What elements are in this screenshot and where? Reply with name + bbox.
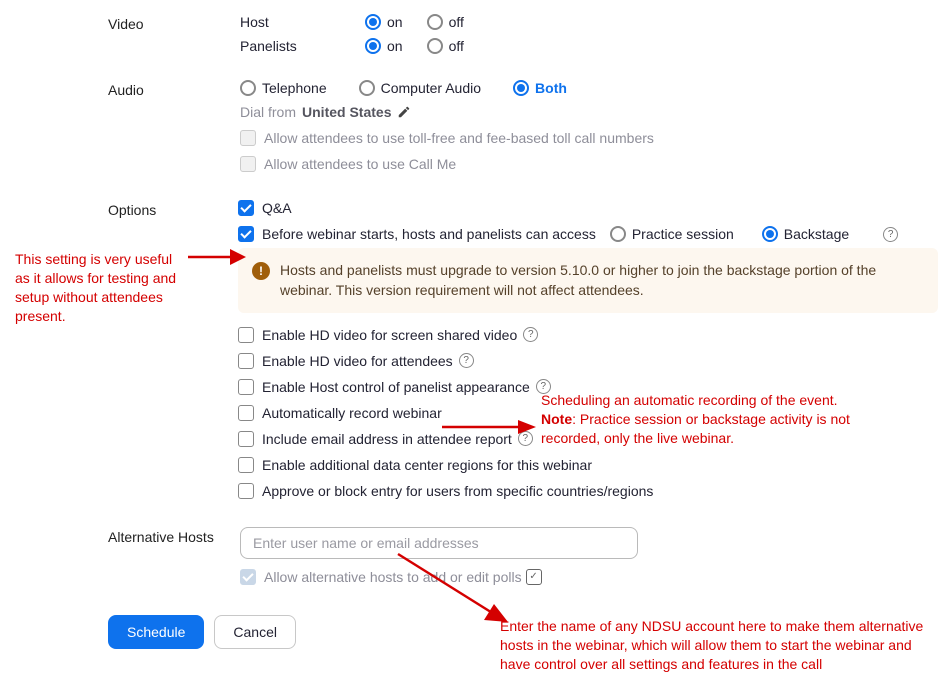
hd-attendees-checkbox[interactable]: Enable HD video for attendees xyxy=(238,353,453,369)
video-host-off-radio[interactable]: off xyxy=(427,14,464,30)
version-warning-box: ! Hosts and panelists must upgrade to ve… xyxy=(238,248,938,313)
backstage-radio[interactable]: Backstage xyxy=(762,226,849,242)
radio-icon xyxy=(427,38,443,54)
warning-icon: ! xyxy=(252,262,270,280)
audio-telephone-radio[interactable]: Telephone xyxy=(240,80,327,96)
alt-hosts-input[interactable] xyxy=(240,527,638,559)
checkbox-icon xyxy=(238,200,254,216)
section-label-video: Video xyxy=(108,14,240,32)
pre-access-checkbox[interactable]: Before webinar starts, hosts and panelis… xyxy=(238,226,596,242)
section-label-options: Options xyxy=(108,200,238,218)
radio-icon xyxy=(365,14,381,30)
help-icon[interactable]: ? xyxy=(523,327,538,342)
dial-from-line[interactable]: Dial from United States xyxy=(240,104,938,120)
auto-record-checkbox[interactable]: Automatically record webinar xyxy=(238,405,442,421)
section-label-alt-hosts: Alternative Hosts xyxy=(108,527,240,545)
checkbox-icon xyxy=(238,457,254,473)
qa-checkbox[interactable]: Q&A xyxy=(238,200,292,216)
host-control-checkbox[interactable]: Enable Host control of panelist appearan… xyxy=(238,379,530,395)
checkbox-icon xyxy=(240,156,256,172)
checkbox-icon xyxy=(238,405,254,421)
help-icon[interactable]: ? xyxy=(459,353,474,368)
checkbox-icon xyxy=(238,353,254,369)
email-report-checkbox[interactable]: Include email address in attendee report xyxy=(238,431,512,447)
allow-polls-checkbox[interactable]: Allow alternative hosts to add or edit p… xyxy=(240,569,522,585)
help-icon[interactable]: ? xyxy=(883,227,898,242)
checkbox-icon xyxy=(238,327,254,343)
checkbox-icon xyxy=(240,569,256,585)
radio-icon xyxy=(427,14,443,30)
checkbox-icon xyxy=(240,130,256,146)
allow-tollfree-checkbox[interactable]: Allow attendees to use toll-free and fee… xyxy=(240,130,654,146)
help-icon[interactable]: ? xyxy=(518,431,533,446)
radio-icon xyxy=(359,80,375,96)
checkbox-icon xyxy=(238,226,254,242)
video-host-label: Host xyxy=(240,14,355,30)
help-icon[interactable]: ? xyxy=(536,379,551,394)
video-panelists-on-radio[interactable]: on xyxy=(365,38,403,54)
radio-icon xyxy=(513,80,529,96)
radio-icon xyxy=(610,226,626,242)
checkbox-icon xyxy=(238,483,254,499)
video-panelists-off-radio[interactable]: off xyxy=(427,38,464,54)
audio-both-radio[interactable]: Both xyxy=(513,80,567,96)
schedule-button[interactable]: Schedule xyxy=(108,615,204,649)
hd-screen-checkbox[interactable]: Enable HD video for screen shared video xyxy=(238,327,517,343)
cancel-button[interactable]: Cancel xyxy=(214,615,296,649)
dc-regions-checkbox[interactable]: Enable additional data center regions fo… xyxy=(238,457,592,473)
audio-computer-radio[interactable]: Computer Audio xyxy=(359,80,481,96)
allow-callme-checkbox[interactable]: Allow attendees to use Call Me xyxy=(240,156,456,172)
practice-session-radio[interactable]: Practice session xyxy=(610,226,734,242)
section-label-audio: Audio xyxy=(108,80,240,98)
video-host-on-radio[interactable]: on xyxy=(365,14,403,30)
poll-icon: ✓ xyxy=(526,569,542,585)
video-panelists-label: Panelists xyxy=(240,38,355,54)
approve-block-checkbox[interactable]: Approve or block entry for users from sp… xyxy=(238,483,653,499)
radio-icon xyxy=(762,226,778,242)
checkbox-icon xyxy=(238,379,254,395)
checkbox-icon xyxy=(238,431,254,447)
radio-icon xyxy=(240,80,256,96)
edit-icon xyxy=(397,105,411,119)
radio-icon xyxy=(365,38,381,54)
